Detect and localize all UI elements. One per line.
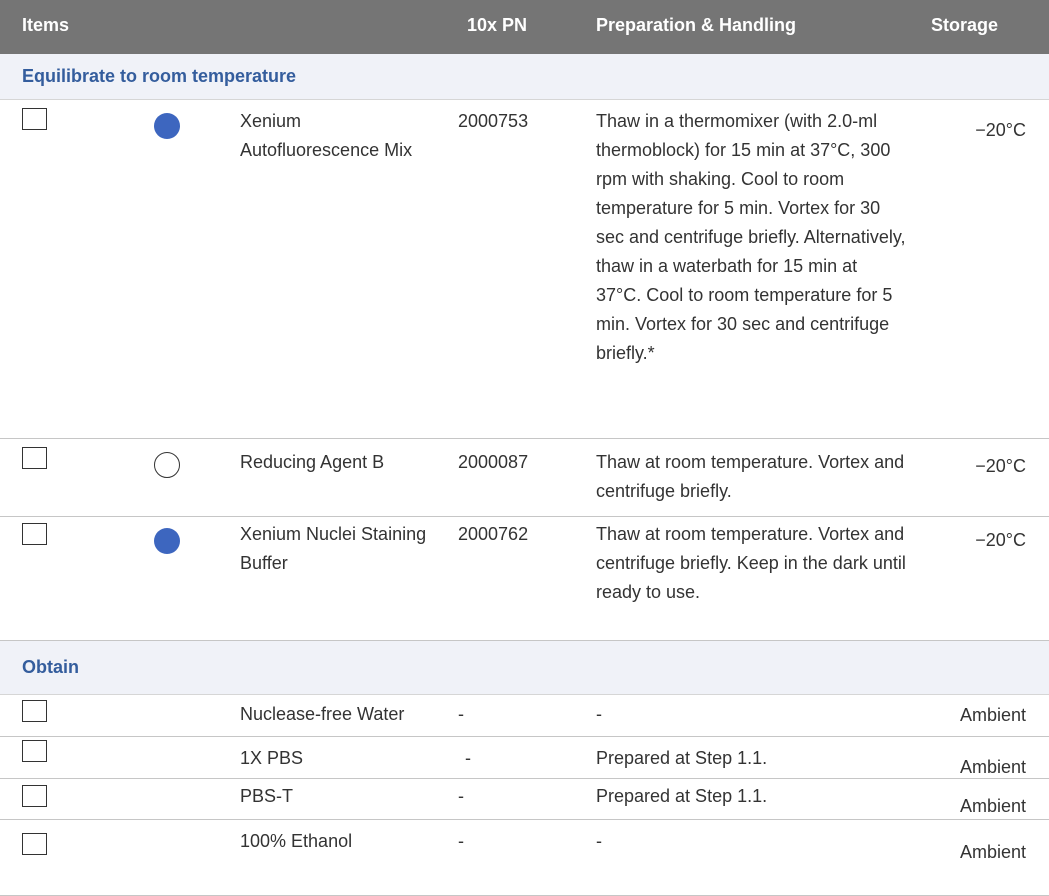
item-storage: Ambient <box>959 757 1026 777</box>
section-obtain: Obtain <box>0 641 1049 695</box>
item-name: Nuclease-free Water <box>240 704 405 724</box>
col-header-pn: 10x PN <box>467 15 528 35</box>
item-pn: - <box>458 704 464 724</box>
checkbox[interactable] <box>22 833 47 855</box>
item-prep: Prepared at Step 1.1. <box>596 786 768 806</box>
table-row: Xenium Autofluorescence Mix 2000753 Thaw… <box>0 100 1049 439</box>
item-name: 1X PBS <box>240 748 304 768</box>
checkbox[interactable] <box>22 740 47 762</box>
item-prep: Thaw at room temperature. Vortex and cen… <box>596 524 906 602</box>
table-row: Xenium Nuclei Staining Buffer 2000762 Th… <box>0 517 1049 641</box>
item-pn: 2000087 <box>458 452 529 472</box>
checkbox[interactable] <box>22 108 47 130</box>
item-storage: −20°C <box>975 530 1026 550</box>
table-row: 100% Ethanol - - Ambient <box>0 820 1049 896</box>
item-prep: Prepared at Step 1.1. <box>596 748 768 768</box>
checkbox[interactable] <box>22 523 47 545</box>
section-title: Equilibrate to room temperature <box>22 66 297 86</box>
checkbox[interactable] <box>22 785 47 807</box>
item-name: Reducing Agent B <box>240 452 385 472</box>
hollow-circle-icon <box>154 452 180 478</box>
item-pn: 2000753 <box>458 111 529 131</box>
col-header-items: Items <box>22 15 70 35</box>
item-storage: Ambient <box>959 705 1026 725</box>
checkbox[interactable] <box>22 447 47 469</box>
section-title: Obtain <box>22 657 79 677</box>
item-storage: −20°C <box>975 456 1026 476</box>
table-row: Nuclease-free Water - - Ambient <box>0 695 1049 737</box>
item-prep: - <box>596 704 602 724</box>
filled-circle-icon <box>154 113 180 139</box>
item-pn: - <box>458 786 464 806</box>
item-storage: −20°C <box>975 120 1026 140</box>
col-header-prep: Preparation & Handling <box>596 15 797 35</box>
col-header-storage: Storage <box>931 15 999 35</box>
table-row: Reducing Agent B 2000087 Thaw at room te… <box>0 439 1049 517</box>
item-prep: Thaw at room temperature. Vortex and cen… <box>596 452 905 501</box>
item-name: Xenium Nuclei Staining Buffer <box>240 524 427 573</box>
section-equilibrate: Equilibrate to room temperature <box>0 54 1049 100</box>
item-name: Xenium Autofluorescence Mix <box>240 111 413 160</box>
table-row: 1X PBS - Prepared at Step 1.1. Ambient <box>0 737 1049 779</box>
item-name: PBS-T <box>240 786 294 806</box>
table-row: PBS-T - Prepared at Step 1.1. Ambient <box>0 779 1049 820</box>
item-pn: - <box>458 831 464 851</box>
item-storage: Ambient <box>959 796 1026 816</box>
item-name: 100% Ethanol <box>240 831 353 851</box>
filled-circle-icon <box>154 528 180 554</box>
checkbox[interactable] <box>22 700 47 722</box>
item-storage: Ambient <box>959 842 1026 862</box>
item-pn: 2000762 <box>458 524 529 544</box>
item-pn: - <box>465 748 471 768</box>
item-prep: Thaw in a thermomixer (with 2.0-ml therm… <box>596 111 906 363</box>
item-prep: - <box>596 831 602 851</box>
table-header: Items 10x PN Preparation & Handling Stor… <box>0 0 1049 54</box>
